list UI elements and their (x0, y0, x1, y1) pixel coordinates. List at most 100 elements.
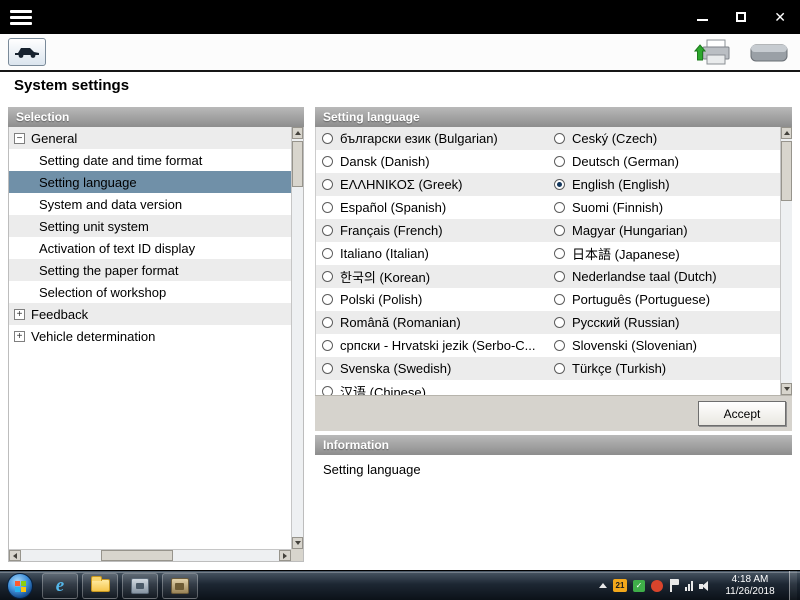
radio-icon[interactable] (322, 363, 333, 374)
device-icon[interactable] (748, 38, 790, 66)
language-option-italiano-italian[interactable]: Italiano (Italian) (316, 242, 548, 265)
radio-icon[interactable] (554, 294, 565, 305)
collapse-icon[interactable]: − (14, 133, 25, 144)
tree-item-system-and-data-version[interactable]: System and data version (9, 193, 291, 215)
scroll-up-icon[interactable] (781, 127, 792, 139)
radio-icon[interactable] (322, 340, 333, 351)
taskbar-clock[interactable]: 4:18 AM 11/26/2018 (717, 574, 783, 598)
tree-item-feedback[interactable]: +Feedback (9, 303, 291, 325)
tree-item-selection-of-workshop[interactable]: Selection of workshop (9, 281, 291, 303)
language-option-nederlandse-taal-dutch[interactable]: Nederlandse taal (Dutch) (548, 265, 780, 288)
language-option-rom-n-romanian[interactable]: Română (Romanian) (316, 311, 548, 334)
radio-icon[interactable] (554, 271, 565, 282)
tree-item-activation-of-text-id-display[interactable]: Activation of text ID display (9, 237, 291, 259)
language-panel-header: Setting language (315, 107, 792, 127)
radio-icon[interactable] (554, 363, 565, 374)
scroll-down-icon[interactable] (292, 537, 303, 549)
tree-item-setting-unit-system[interactable]: Setting unit system (9, 215, 291, 237)
network-icon[interactable] (685, 580, 693, 591)
radio-icon[interactable] (322, 386, 333, 395)
language-panel: Setting language български език (Bulgari… (315, 107, 792, 431)
language-option-dansk-danish[interactable]: Dansk (Danish) (316, 150, 548, 173)
radio-icon[interactable] (322, 294, 333, 305)
language-option-fran-ais-french[interactable]: Français (French) (316, 219, 548, 242)
selection-vertical-scrollbar[interactable] (291, 127, 303, 549)
tree-item-setting-language[interactable]: Setting language (9, 171, 291, 193)
language-option-suomi-finnish[interactable]: Suomi (Finnish) (548, 196, 780, 219)
tree-item-setting-the-paper-format[interactable]: Setting the paper format (9, 259, 291, 281)
radio-icon[interactable] (322, 133, 333, 144)
language-option-hrvatski-jezik-serbo-c[interactable]: српски - Hrvatski jezik (Serbo-C... (316, 334, 548, 357)
language-label: српски - Hrvatski jezik (Serbo-C... (340, 338, 536, 353)
radio-icon[interactable] (554, 248, 565, 259)
language-option-japanese[interactable]: 日本語 (Japanese) (548, 242, 780, 265)
alert-icon[interactable] (651, 580, 663, 592)
radio-icon[interactable] (554, 202, 565, 213)
tree-item-general[interactable]: −General (9, 127, 291, 149)
calendar-icon[interactable]: 21 (613, 579, 627, 592)
radio-icon[interactable] (322, 248, 333, 259)
language-option-slovenski-slovenian[interactable]: Slovenski (Slovenian) (548, 334, 780, 357)
language-option-english-english[interactable]: English (English) (548, 173, 780, 196)
radio-icon[interactable] (322, 156, 333, 167)
shield-icon[interactable]: ✓ (633, 580, 645, 592)
radio-icon[interactable] (322, 271, 333, 282)
radio-icon[interactable] (322, 202, 333, 213)
language-row: Română (Romanian)Русский (Russian) (316, 311, 780, 334)
taskbar-app-button-1[interactable] (122, 573, 158, 599)
taskbar-app-button-2[interactable] (162, 573, 198, 599)
scroll-right-icon[interactable] (279, 550, 291, 561)
language-option-korean[interactable]: 한국의 (Korean) (316, 265, 548, 288)
maximize-icon[interactable] (736, 12, 746, 22)
language-option-polski-polish[interactable]: Polski (Polish) (316, 288, 548, 311)
language-option-russian[interactable]: Русский (Russian) (548, 311, 780, 334)
menu-icon[interactable] (10, 7, 36, 28)
radio-icon[interactable] (322, 179, 333, 190)
close-icon[interactable]: ✕ (774, 10, 786, 24)
language-option-svenska-swedish[interactable]: Svenska (Swedish) (316, 357, 548, 380)
language-option-magyar-hungarian[interactable]: Magyar (Hungarian) (548, 219, 780, 242)
scrollbar-thumb[interactable] (101, 550, 173, 561)
scroll-up-icon[interactable] (292, 127, 303, 139)
radio-icon[interactable] (322, 317, 333, 328)
toolbar (0, 34, 800, 72)
taskbar-ie-button[interactable]: e (42, 573, 78, 599)
radio-icon[interactable] (554, 225, 565, 236)
scroll-down-icon[interactable] (781, 383, 792, 395)
language-label: 汉语 (Chinese) (340, 382, 426, 395)
volume-icon[interactable] (699, 580, 711, 592)
tree-item-setting-date-and-time-format[interactable]: Setting date and time format (9, 149, 291, 171)
selection-horizontal-scrollbar[interactable] (9, 549, 291, 561)
radio-icon[interactable] (554, 340, 565, 351)
scroll-left-icon[interactable] (9, 550, 21, 561)
expand-icon[interactable]: + (14, 309, 25, 320)
show-desktop-button[interactable] (789, 571, 797, 600)
language-option-greek[interactable]: ΕΛΛΗΝΙΚΟΣ (Greek) (316, 173, 548, 196)
language-option-t-rk-e-turkish[interactable]: Türkçe (Turkish) (548, 357, 780, 380)
scrollbar-thumb[interactable] (292, 141, 303, 187)
language-option-portugu-s-portuguese[interactable]: Português (Portuguese) (548, 288, 780, 311)
language-option-espa-ol-spanish[interactable]: Español (Spanish) (316, 196, 548, 219)
hidden-icons-chevron-icon[interactable] (599, 583, 607, 588)
tree-item-vehicle-determination[interactable]: +Vehicle determination (9, 325, 291, 347)
action-center-flag-icon[interactable] (669, 579, 679, 592)
taskbar-explorer-button[interactable] (82, 573, 118, 599)
scrollbar-thumb[interactable] (781, 141, 792, 201)
start-button[interactable] (7, 573, 33, 599)
vehicle-button[interactable] (8, 38, 46, 66)
clock-time: 4:18 AM (732, 574, 769, 586)
language-option-cesk-czech[interactable]: Ceský (Czech) (548, 127, 780, 150)
language-option-chinese[interactable]: 汉语 (Chinese) (316, 380, 548, 395)
radio-icon[interactable] (322, 225, 333, 236)
radio-icon[interactable] (554, 317, 565, 328)
language-option-bulgarian[interactable]: български език (Bulgarian) (316, 127, 548, 150)
print-export-icon[interactable] (694, 36, 734, 68)
accept-button[interactable]: Accept (698, 401, 786, 426)
radio-icon[interactable] (554, 133, 565, 144)
radio-selected-icon[interactable] (554, 179, 565, 190)
language-vertical-scrollbar[interactable] (780, 127, 792, 395)
radio-icon[interactable] (554, 156, 565, 167)
language-option-deutsch-german[interactable]: Deutsch (German) (548, 150, 780, 173)
expand-icon[interactable]: + (14, 331, 25, 342)
minimize-icon[interactable] (697, 19, 708, 21)
